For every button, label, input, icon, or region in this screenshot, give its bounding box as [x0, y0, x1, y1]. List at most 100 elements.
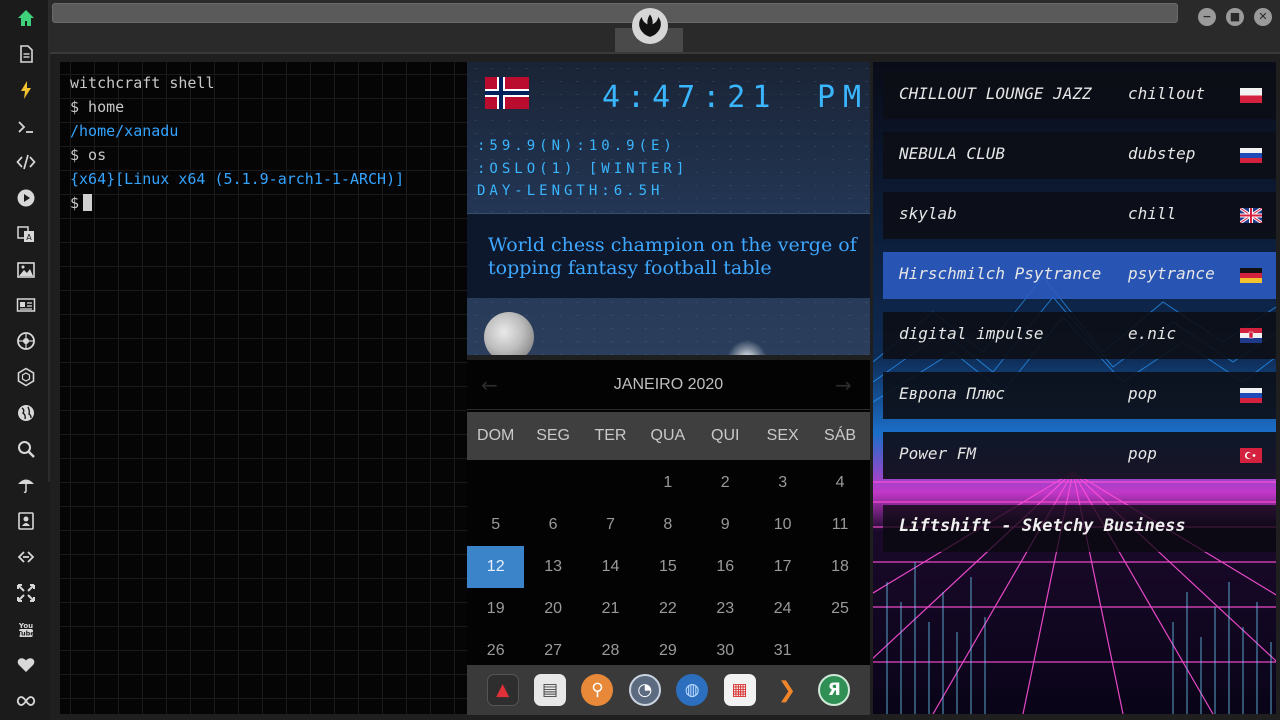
calendar-day[interactable]: 1	[639, 462, 696, 504]
calendar-day[interactable]: 8	[639, 504, 696, 546]
rebel-alliance-logo-icon[interactable]	[632, 8, 668, 44]
sidebar: A You Tube	[0, 0, 50, 720]
code-icon[interactable]	[13, 149, 39, 175]
calendar-day[interactable]: 2	[697, 462, 754, 504]
next-month-button[interactable]: →	[835, 373, 852, 397]
clock-location: :OSLO(1) [WINTER]	[477, 161, 689, 177]
station-name: NEBULA CLUB	[899, 144, 1005, 163]
home-icon[interactable]	[13, 5, 39, 31]
forward-app-icon[interactable]: ❯	[771, 674, 803, 706]
calendar-day[interactable]: 3	[754, 462, 811, 504]
yandex-icon[interactable]: Я	[818, 674, 851, 706]
address-bar[interactable]	[52, 3, 1178, 23]
magnifier-app-icon[interactable]: ⚲	[581, 674, 614, 706]
station-row[interactable]: NEBULA CLUB dubstep	[883, 132, 1276, 179]
calendar-widget: ← JANEIRO 2020 → DOM SEG TER QUA QUI SEX…	[467, 360, 870, 665]
sidebar-scrollbar[interactable]	[48, 0, 50, 482]
weekday-label: QUA	[650, 427, 686, 444]
now-playing-bar: Liftshift - Sketchy Business	[883, 505, 1276, 552]
translate-icon[interactable]: A	[13, 221, 39, 247]
news-reader-icon[interactable]: ▤	[534, 674, 567, 706]
infinity-icon[interactable]	[13, 688, 39, 714]
youtube-icon[interactable]: You Tube	[13, 616, 39, 642]
station-genre: e.nic	[1128, 324, 1177, 343]
calendar-day[interactable]: 7	[582, 504, 639, 546]
calendar-day[interactable]: 23	[697, 588, 754, 630]
news-ticker[interactable]: World chess champion on the verge of top…	[467, 213, 870, 298]
station-genre: psytrance	[1128, 264, 1215, 283]
news-headline[interactable]: World chess champion on the verge of top…	[488, 234, 858, 280]
play-icon[interactable]	[13, 185, 39, 211]
calendar-day[interactable]: 18	[811, 546, 868, 588]
terminal-prompt[interactable]: $	[70, 194, 93, 212]
calendar-day[interactable]: 25	[811, 588, 868, 630]
station-row[interactable]: skylab chill	[883, 192, 1276, 239]
browser-icon[interactable]: ◍	[676, 674, 709, 706]
globe-icon[interactable]	[13, 400, 39, 426]
calendar-day[interactable]: 9	[697, 504, 754, 546]
terminal-icon[interactable]	[13, 114, 39, 140]
station-name: Hirschmilch Psytrance	[899, 264, 1102, 283]
calendar-day[interactable]: 15	[639, 546, 696, 588]
link-icon[interactable]	[13, 544, 39, 570]
text-cursor	[83, 194, 93, 211]
calendar-day[interactable]: 24	[754, 588, 811, 630]
search-icon[interactable]	[13, 436, 39, 462]
station-genre: pop	[1128, 444, 1157, 463]
terminal-panel[interactable]: witchcraft shell $ home /home/xanadu $ o…	[60, 62, 467, 714]
hexagon-icon[interactable]	[13, 364, 39, 390]
contacts-icon[interactable]	[13, 508, 39, 534]
document-icon[interactable]	[13, 41, 39, 67]
rebel-icon[interactable]	[13, 328, 39, 354]
app-a-icon[interactable]: ▲	[486, 674, 519, 706]
station-name: Европа Плюс	[899, 384, 1005, 403]
calendar-day[interactable]: 19	[467, 588, 524, 630]
calendar-day[interactable]: 10	[754, 504, 811, 546]
terminal-line: /home/xanadu	[70, 122, 179, 140]
expand-icon[interactable]	[13, 580, 39, 606]
russia-flag-icon	[1240, 148, 1262, 163]
station-name: skylab	[899, 204, 957, 223]
clock-app-icon[interactable]: ◔	[628, 674, 661, 706]
calendar-day[interactable]: 6	[524, 504, 581, 546]
calendar-header: ← JANEIRO 2020 →	[467, 360, 870, 410]
news-icon[interactable]	[13, 292, 39, 318]
weekday-label: TER	[594, 427, 627, 444]
calendar-day[interactable]: 22	[639, 588, 696, 630]
svg-text:A: A	[26, 233, 32, 242]
calendar-day[interactable]: 21	[582, 588, 639, 630]
calendar-week: 1 2 3 4	[467, 462, 870, 504]
station-row[interactable]: digital impulse e.nic	[883, 312, 1276, 359]
image-icon[interactable]	[13, 257, 39, 283]
russia-flag-icon	[1240, 388, 1262, 403]
station-genre: pop	[1128, 384, 1157, 403]
calendar-day[interactable]: 4	[811, 462, 868, 504]
clock-ampm: PM	[817, 80, 870, 115]
calendar-day[interactable]: 5	[467, 504, 524, 546]
moon-icon	[484, 312, 534, 355]
station-name: Power FM	[899, 444, 977, 463]
calendar-day[interactable]: 16	[697, 546, 754, 588]
clock-widget: 4:47:21 PM :59.9(N):10.9(E) :OSLO(1) [WI…	[467, 62, 870, 355]
station-row[interactable]: CHILLOUT LOUNGE JAZZ chillout	[883, 72, 1276, 119]
poland-flag-icon	[1240, 88, 1262, 103]
maximize-icon[interactable]: ■	[1226, 8, 1244, 26]
station-row[interactable]: Power FM pop	[883, 432, 1276, 479]
calendar-day[interactable]: 14	[582, 546, 639, 588]
station-row[interactable]: Европа Плюс pop	[883, 372, 1276, 419]
norway-flag-icon	[485, 77, 529, 109]
calendar-day[interactable]: 20	[524, 588, 581, 630]
umbrella-icon[interactable]	[13, 472, 39, 498]
calendar-day[interactable]: 13	[524, 546, 581, 588]
heart-icon[interactable]	[13, 652, 39, 678]
lightning-icon[interactable]	[13, 77, 39, 103]
terminal-line: $ home	[70, 98, 125, 116]
calendar-day[interactable]: 11	[811, 504, 868, 546]
close-icon[interactable]: ✕	[1254, 8, 1272, 26]
calendar-day[interactable]: 17	[754, 546, 811, 588]
calendar-app-icon[interactable]: ▦	[723, 674, 756, 706]
station-row-active[interactable]: Hirschmilch Psytrance psytrance	[883, 252, 1276, 299]
top-bar: − ■ ✕	[50, 0, 1280, 54]
calendar-day-selected[interactable]: 12	[467, 546, 525, 588]
minimize-icon[interactable]: −	[1198, 8, 1216, 26]
